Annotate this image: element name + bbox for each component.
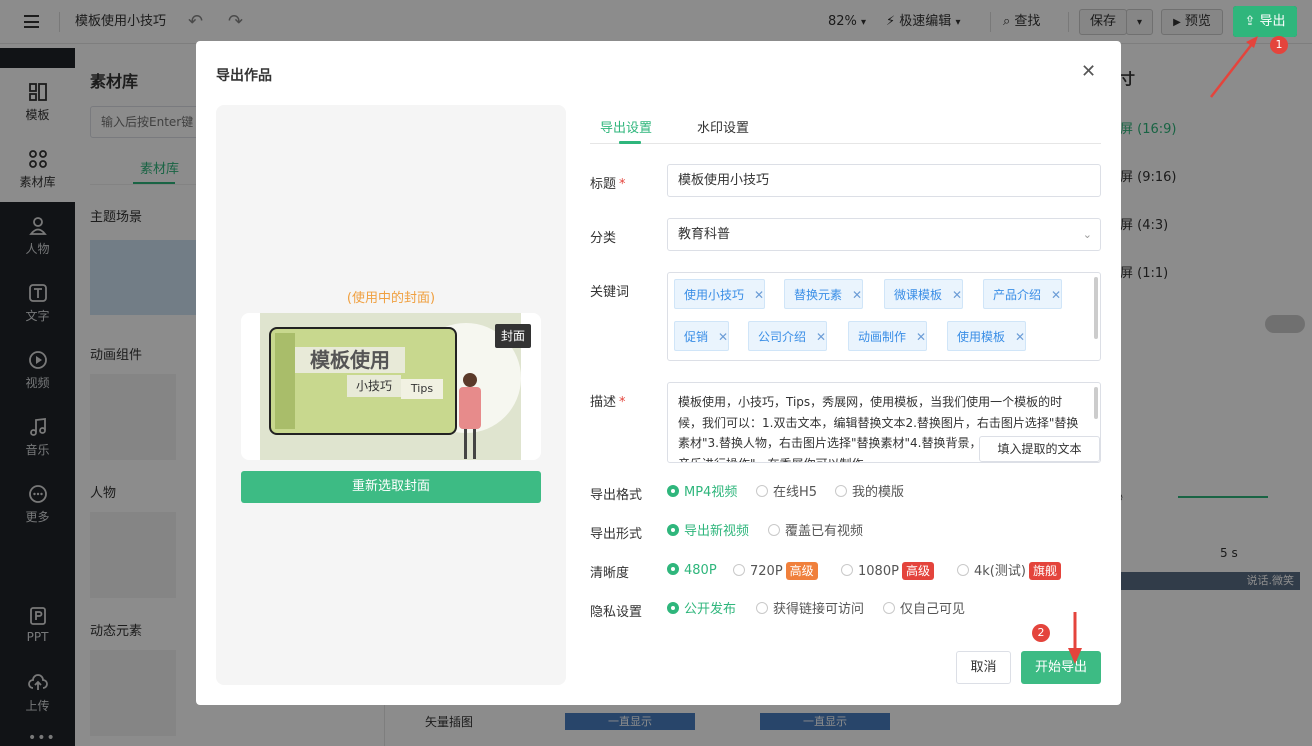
title-input[interactable]: 模板使用小技巧 [667, 164, 1101, 197]
quality-label: 清晰度 [590, 566, 630, 581]
tab-watermark-settings[interactable]: 水印设置 [697, 117, 749, 136]
form-option-overwrite[interactable]: 覆盖已有视频 [768, 523, 863, 541]
title-label: 标题 * [590, 177, 626, 192]
thumb-tips: Tips [401, 379, 443, 399]
radio-icon [733, 564, 745, 576]
tag-label: 微课模板 [894, 288, 943, 302]
keyword-tag[interactable]: 公司介绍 ✕ [748, 321, 828, 351]
close-icon[interactable]: ✕ [816, 330, 826, 344]
tag-label: 动画制作 [858, 330, 907, 344]
tag-label: 使用模板 [957, 330, 1006, 344]
quality-option-720p[interactable]: 720P 高级 [733, 562, 818, 580]
privacy-option-link[interactable]: 获得链接可访问 [756, 601, 864, 619]
premium-badge: 高级 [901, 562, 934, 580]
quality-option-1080p[interactable]: 1080P 高级 [841, 562, 934, 580]
close-icon[interactable]: ✕ [916, 330, 926, 344]
export-button-highlight[interactable]: ⇪ 导出 [1233, 6, 1297, 37]
cancel-button[interactable]: 取消 [956, 651, 1011, 684]
start-export-button[interactable]: 开始导出 [1021, 651, 1101, 684]
radio-icon [835, 485, 847, 497]
close-icon[interactable]: ✕ [952, 288, 962, 302]
close-icon[interactable]: ✕ [718, 330, 728, 344]
flagship-badge: 旗舰 [1028, 562, 1061, 580]
radio-icon [768, 524, 780, 536]
tab-export-settings[interactable]: 导出设置 [600, 117, 652, 136]
keywords-input[interactable]: 使用小技巧 ✕ 替换元素 ✕ 微课模板 ✕ 产品介绍 ✕ 促销 ✕ 公司介绍 ✕ 动画制作 ✕… [667, 272, 1101, 361]
privacy-option-private[interactable]: 仅自己可见 [883, 601, 965, 619]
keyword-tag[interactable]: 微课模板 ✕ [884, 279, 964, 309]
dialog-title: 导出作品 [216, 68, 272, 84]
scrollbar[interactable] [1094, 387, 1098, 419]
radio-icon [667, 563, 679, 575]
radio-icon [667, 485, 679, 497]
tag-label: 公司介绍 [758, 330, 807, 344]
keyword-tag[interactable]: 使用小技巧 ✕ [674, 279, 766, 309]
radio-icon [667, 602, 679, 614]
step-badge-1: 1 [1270, 36, 1288, 54]
radio-icon [841, 564, 853, 576]
category-value: 教育科普 [678, 227, 731, 242]
cover-panel: (使用中的封面) 模板使用 小技巧 Tips 封面 重新选取封面 [216, 105, 566, 685]
scrollbar[interactable] [1094, 277, 1098, 339]
thumb-title: 模板使用 [295, 347, 405, 373]
keyword-tag[interactable]: 使用模板 ✕ [947, 321, 1027, 351]
radio-icon [756, 485, 768, 497]
tag-label: 促销 [684, 330, 709, 344]
format-option-my-template[interactable]: 我的模版 [835, 484, 904, 502]
radio-icon [957, 564, 969, 576]
cover-image[interactable]: 模板使用 小技巧 Tips 封面 [241, 313, 541, 460]
radio-icon [756, 602, 768, 614]
privacy-option-public[interactable]: 公开发布 [667, 601, 736, 619]
keywords-label: 关键词 [590, 285, 630, 300]
tag-label: 替换元素 [794, 288, 843, 302]
premium-badge: 高级 [785, 562, 818, 580]
description-label: 描述 * [590, 395, 626, 410]
quality-option-4k[interactable]: 4k(测试) 旗舰 [957, 562, 1061, 580]
format-option-h5[interactable]: 在线H5 [756, 484, 817, 502]
keyword-tag[interactable]: 促销 ✕ [674, 321, 730, 351]
format-option-mp4[interactable]: MP4视频 [667, 484, 737, 502]
form-option-new[interactable]: 导出新视频 [667, 523, 749, 541]
privacy-label: 隐私设置 [590, 605, 643, 620]
category-select[interactable]: 教育科普 ⌄ [667, 218, 1101, 251]
upload-icon: ⇪ [1244, 14, 1256, 29]
radio-icon [883, 602, 895, 614]
fill-extracted-text-button[interactable]: 填入提取的文本 [979, 436, 1100, 462]
export-form-label: 导出形式 [590, 527, 643, 542]
chevron-down-icon: ⌄ [1082, 228, 1092, 241]
close-icon[interactable]: ✕ [1051, 288, 1061, 302]
radio-icon [667, 524, 679, 536]
keyword-tag[interactable]: 替换元素 ✕ [784, 279, 864, 309]
export-dialog: 导出作品 ✕ (使用中的封面) 模板使用 小技巧 Tips 封面 重新选取封面 … [196, 41, 1121, 705]
step-badge-2: 2 [1032, 624, 1050, 642]
reselect-cover-button[interactable]: 重新选取封面 [241, 471, 541, 503]
category-label: 分类 [590, 231, 617, 246]
keyword-tag[interactable]: 动画制作 ✕ [848, 321, 928, 351]
tag-label: 使用小技巧 [684, 288, 745, 302]
close-icon[interactable]: ✕ [1015, 330, 1025, 344]
cover-caption: (使用中的封面) [346, 291, 436, 306]
cover-badge: 封面 [495, 324, 531, 348]
close-icon[interactable]: ✕ [852, 288, 862, 302]
tag-label: 产品介绍 [993, 288, 1042, 302]
close-icon[interactable]: ✕ [1081, 63, 1096, 81]
keyword-tag[interactable]: 产品介绍 ✕ [983, 279, 1063, 309]
format-label: 导出格式 [590, 488, 643, 503]
thumb-subtitle: 小技巧 [347, 375, 401, 397]
quality-option-480p[interactable]: 480P [667, 562, 717, 580]
close-icon[interactable]: ✕ [754, 288, 764, 302]
